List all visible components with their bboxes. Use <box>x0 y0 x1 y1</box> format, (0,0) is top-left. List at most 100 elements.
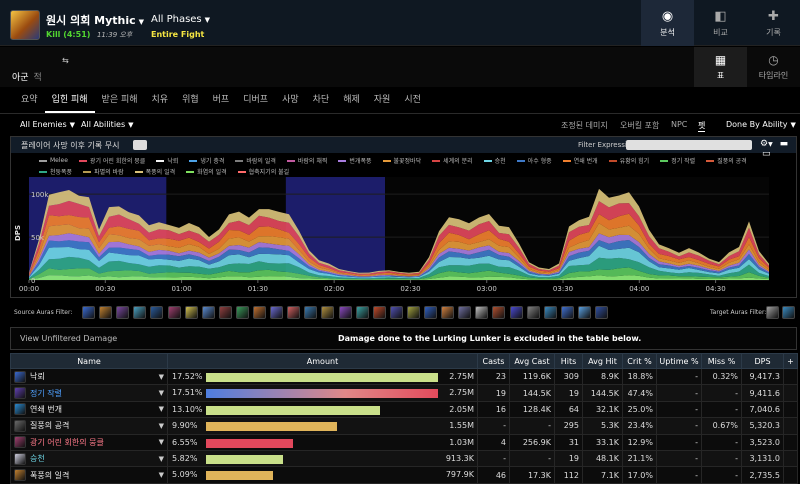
encounter-title[interactable]: 원시 의회 Mythic ▼ <box>46 12 144 28</box>
table-row[interactable]: 낙뢰 ▼ 17.52% 2.75M 23 119.6K 309 8.9K 18.8% -0.32%… <box>10 367 798 386</box>
column-header[interactable]: DPS <box>741 353 784 369</box>
chevron-down-icon[interactable]: ▼ <box>159 455 164 463</box>
chevron-down-icon[interactable]: ▼ <box>159 389 164 397</box>
tab-9[interactable]: 해제 <box>336 87 367 113</box>
tab-2[interactable]: 받은 피해 <box>95 87 145 113</box>
aura-28-icon[interactable] <box>543 306 557 319</box>
tab-0[interactable]: 요약 <box>14 87 45 113</box>
tab-10[interactable]: 자원 <box>367 87 398 113</box>
table-row[interactable]: 폭풍의 일격 ▼ 5.09% 797.9K 46 17.3K 112 7.1K 17.0% - -2… <box>10 466 798 484</box>
aura-1-icon[interactable] <box>82 306 95 319</box>
aura-8-icon[interactable] <box>201 306 215 319</box>
ability-name[interactable]: 질풍의 공격 <box>30 420 159 431</box>
aura-7-icon[interactable] <box>184 306 198 319</box>
view-unfiltered-damage-link[interactable]: View Unfiltered Damage <box>20 334 117 343</box>
dps-chart[interactable]: 100k 50k 0 DPS 00:00 00:30 01:00 01:30 02:00 02:3… <box>11 137 798 299</box>
tab-7[interactable]: 사망 <box>275 87 306 113</box>
aura-27-icon[interactable] <box>526 306 540 319</box>
nav-compare[interactable]: ◧ 비교 <box>694 0 747 46</box>
aura-2-icon[interactable] <box>99 306 113 319</box>
aura-6-icon[interactable] <box>167 306 181 319</box>
tab-4[interactable]: 위협 <box>175 87 206 113</box>
chevron-down-icon[interactable]: ▼ <box>159 405 164 413</box>
aura-17-icon[interactable] <box>355 306 369 319</box>
ability-name[interactable]: 낙뢰 <box>30 371 159 382</box>
aura-14-icon[interactable] <box>304 306 318 319</box>
ability-name[interactable]: 폭풍의 일격 <box>30 470 159 481</box>
aura-21-icon[interactable] <box>424 306 437 319</box>
aura-11-icon[interactable] <box>253 306 266 319</box>
aura-16-icon[interactable] <box>338 306 352 319</box>
expand-cell[interactable] <box>783 466 798 484</box>
expand-cell[interactable] <box>783 449 798 468</box>
aura-20-icon[interactable] <box>406 306 420 319</box>
toggle-pets[interactable]: 펫 <box>698 120 706 132</box>
enemies-dropdown[interactable]: All Enemies ▼ <box>20 120 75 129</box>
table-row[interactable]: 질풍의 공격 ▼ 9.90% 1.55M - -295 5.3K 23.4% -0.67% 5,3… <box>10 417 798 435</box>
ability-name[interactable]: 연쇄 번개 <box>30 404 159 415</box>
chevron-down-icon[interactable]: ▼ <box>159 422 164 430</box>
table-row[interactable]: 정기 작렬 ▼ 17.51% 2.75M 19 144.5K 19 144.5K 47.4% - -… <box>10 384 798 402</box>
aura-13-icon[interactable] <box>287 306 301 319</box>
aura-29-icon[interactable] <box>560 306 574 319</box>
column-header[interactable]: Miss % <box>701 353 742 369</box>
aura-25-icon[interactable] <box>492 306 506 319</box>
tab-3[interactable]: 치유 <box>145 87 176 113</box>
tab-5[interactable]: 버프 <box>206 87 237 113</box>
chevron-down-icon[interactable]: ▼ <box>159 373 164 381</box>
aura-18-icon[interactable] <box>372 306 386 319</box>
nav-puzzle[interactable]: ✚ 기록 <box>747 0 800 46</box>
aura-19-icon[interactable] <box>389 306 403 319</box>
friendly-toggle[interactable]: 아군 <box>12 73 29 83</box>
table-row[interactable]: 연쇄 번개 ▼ 13.10% 2.05M 16 128.4K 64 32.1K 25.0% - -7… <box>10 400 798 419</box>
tab-11[interactable]: 시전 <box>397 87 428 113</box>
tab-8[interactable]: 차단 <box>306 87 337 113</box>
expand-cell[interactable] <box>783 384 798 402</box>
table-row[interactable]: 광기 어린 회한의 뭉클 ▼ 6.55% 1.03M 4 256.9K 31 33.1K 12.… <box>10 433 798 451</box>
aura-3-icon[interactable] <box>116 306 130 319</box>
target-aura-2-icon[interactable] <box>782 306 795 319</box>
aura-30-icon[interactable] <box>577 306 591 319</box>
aura-9-icon[interactable] <box>218 306 232 319</box>
target-aura-1-icon[interactable] <box>766 306 779 319</box>
expand-cell[interactable] <box>783 417 798 435</box>
enemy-toggle[interactable]: 적 <box>33 73 41 83</box>
tab-6[interactable]: 디버프 <box>236 87 275 113</box>
tab-1[interactable]: 입힌 피해 <box>44 87 95 113</box>
view-grid[interactable]: ▦ 표 <box>694 47 747 87</box>
column-header[interactable]: + <box>783 353 798 369</box>
abilities-dropdown[interactable]: All Abilities ▼ <box>81 120 134 129</box>
column-header[interactable]: Avg Cast <box>509 353 555 369</box>
aura-26-icon[interactable] <box>509 306 523 319</box>
table-row[interactable]: 승천 ▼ 5.82% 913.3K - -19 48.1K 21.1% - -3,131.0 <box>10 449 798 468</box>
toggle-overkill[interactable]: 오버킬 포함 <box>620 120 659 131</box>
ability-name[interactable]: 승천 <box>30 453 159 464</box>
phase-selector[interactable]: All Phases ▼ <box>151 14 210 25</box>
chevron-down-icon[interactable]: ▼ <box>159 438 164 446</box>
toggle-npc[interactable]: NPC <box>671 120 687 129</box>
expand-cell[interactable] <box>783 367 798 386</box>
swap-arrow-icon[interactable]: ⇆ <box>62 56 69 65</box>
view-clock[interactable]: ◷ 타임라인 <box>747 47 800 87</box>
ability-name[interactable]: 광기 어린 회한의 뭉클 <box>30 437 159 448</box>
column-header[interactable]: Uptime % <box>656 353 702 369</box>
aura-23-icon[interactable] <box>458 306 472 319</box>
done-by-dropdown[interactable]: Done By Ability ▼ <box>726 120 796 129</box>
toggle-adjusted-damage[interactable]: 조정된 데미지 <box>561 120 608 131</box>
column-header[interactable]: Name <box>10 353 168 369</box>
ability-name[interactable]: 정기 작렬 <box>30 388 159 399</box>
column-header[interactable]: Crit % <box>622 353 657 369</box>
aura-12-icon[interactable] <box>270 306 284 319</box>
aura-10-icon[interactable] <box>235 306 249 319</box>
aura-31-icon[interactable] <box>595 306 608 319</box>
column-header[interactable]: Amount <box>167 353 478 369</box>
column-header[interactable]: Casts <box>477 353 510 369</box>
aura-24-icon[interactable] <box>475 306 489 319</box>
aura-22-icon[interactable] <box>441 306 455 319</box>
nav-eye[interactable]: ◉ 분석 <box>641 0 694 46</box>
aura-15-icon[interactable] <box>321 306 335 319</box>
expand-cell[interactable] <box>783 400 798 419</box>
aura-5-icon[interactable] <box>150 306 164 319</box>
column-header[interactable]: Hits <box>554 353 583 369</box>
expand-cell[interactable] <box>783 433 798 451</box>
